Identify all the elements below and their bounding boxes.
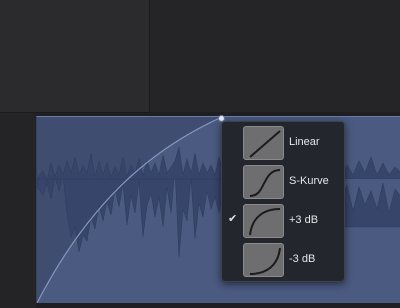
region-canvas (37, 117, 400, 303)
plus-3db-curve-icon (243, 204, 284, 238)
empty-lane (150, 0, 400, 112)
audio-waveform (37, 166, 400, 258)
menu-item-label: Linear (289, 136, 320, 148)
audio-region[interactable] (36, 116, 400, 303)
track-header (0, 113, 36, 308)
s-curve-icon (243, 165, 284, 199)
linear-curve-icon (243, 126, 284, 160)
track-area-panel (0, 0, 150, 113)
minus-3db-curve-icon (243, 243, 284, 277)
menu-item-s-curve[interactable]: S-Kurve (222, 163, 344, 201)
menu-item-minus-3db[interactable]: -3 dB (222, 241, 344, 279)
menu-item-label: +3 dB (289, 214, 319, 226)
menu-item-label: S-Kurve (289, 175, 329, 187)
fade-curve-menu: Linear S-Kurve ✔ +3 dB -3 dB (221, 121, 345, 282)
menu-item-plus-3db[interactable]: ✔ +3 dB (222, 202, 344, 240)
checkmark: ✔ (228, 213, 238, 225)
menu-item-linear[interactable]: Linear (222, 124, 344, 162)
menu-item-label: -3 dB (289, 253, 316, 265)
